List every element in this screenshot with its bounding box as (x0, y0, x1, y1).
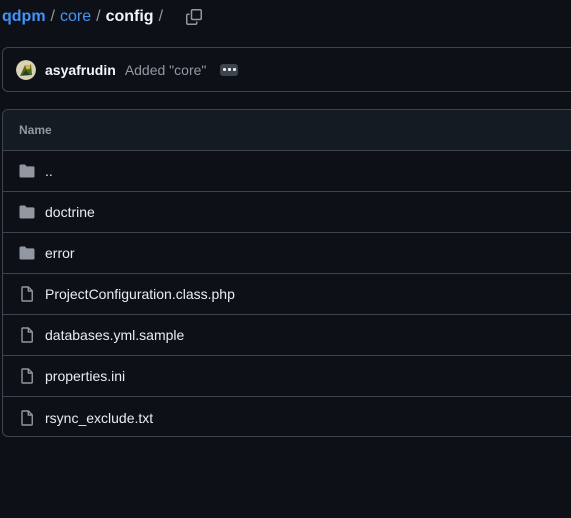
commit-message-link[interactable]: Added "core" (125, 62, 207, 78)
directory-row[interactable]: .. (3, 151, 571, 192)
file-icon (19, 327, 35, 343)
file-link[interactable]: ProjectConfiguration.class.php (45, 286, 235, 302)
file-link[interactable]: rsync_exclude.txt (45, 410, 153, 426)
commit-details-toggle[interactable] (220, 63, 239, 76)
directory-row[interactable]: doctrine (3, 192, 571, 233)
directory-row[interactable]: error (3, 233, 571, 274)
file-row[interactable]: properties.ini (3, 356, 571, 397)
file-row[interactable]: ProjectConfiguration.class.php (3, 274, 571, 315)
directory-link[interactable]: doctrine (45, 204, 95, 220)
breadcrumb-separator: / (158, 8, 164, 25)
breadcrumb-current: config (105, 8, 154, 25)
ellipsis-dot (232, 68, 236, 71)
file-icon (19, 286, 35, 302)
folder-icon (19, 163, 35, 179)
file-link[interactable]: properties.ini (45, 368, 125, 384)
folder-icon (19, 204, 35, 220)
copy-path-button[interactable] (184, 7, 204, 27)
file-list: .. doctrine error ProjectConfiguration.clas… (3, 151, 571, 436)
breadcrumb: qdpm / core / config / (2, 6, 204, 28)
breadcrumb-separator: / (50, 8, 55, 25)
file-row[interactable]: databases.yml.sample (3, 315, 571, 356)
file-link[interactable]: databases.yml.sample (45, 327, 184, 343)
latest-commit-bar: asyafrudin Added "core" (2, 47, 571, 92)
table-header-name: Name (3, 110, 571, 151)
file-row[interactable]: rsync_exclude.txt (3, 397, 571, 436)
directory-link[interactable]: error (45, 245, 75, 261)
breadcrumb-separator: / (96, 8, 101, 25)
folder-icon (19, 245, 35, 261)
ellipsis-dot (227, 68, 231, 71)
copy-icon (186, 9, 203, 25)
ellipsis-icon (222, 68, 226, 71)
breadcrumb-repo-link[interactable]: qdpm (2, 8, 46, 26)
commit-author-link[interactable]: asyafrudin (45, 62, 116, 78)
avatar[interactable] (16, 59, 36, 80)
file-icon (19, 409, 35, 426)
file-table: Name .. doctrine error ProjectConfiguration… (2, 109, 571, 437)
directory-link[interactable]: .. (45, 163, 53, 179)
breadcrumb-core-link[interactable]: core (60, 8, 91, 26)
file-icon (19, 368, 35, 384)
